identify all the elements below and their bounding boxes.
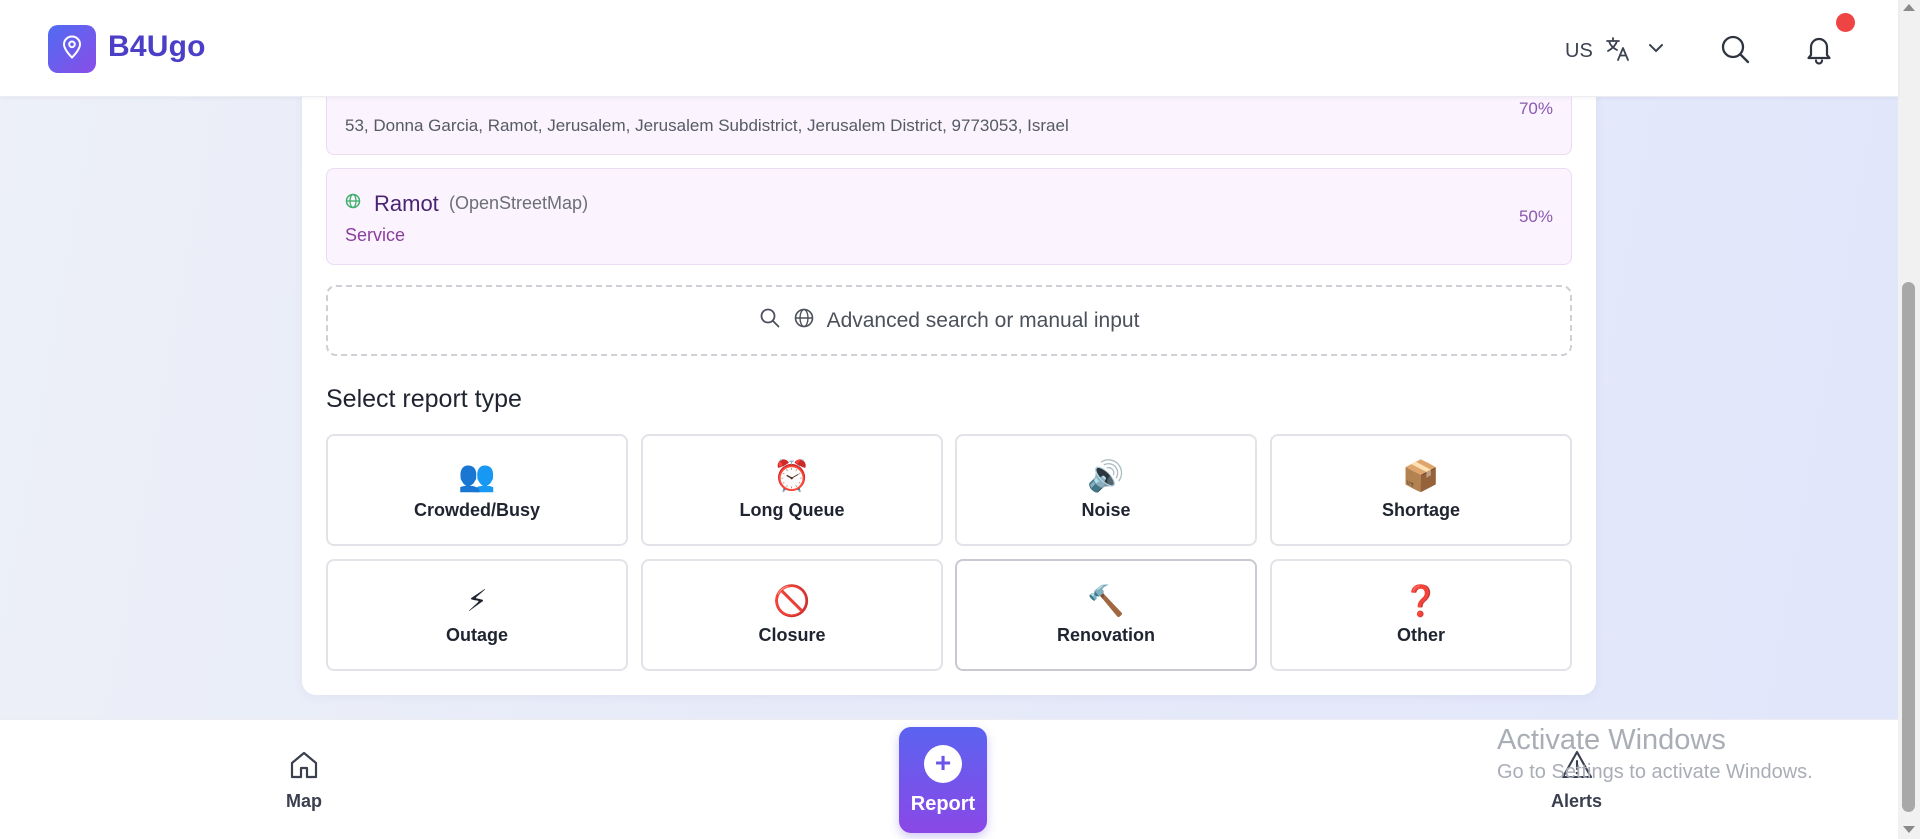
speaker-icon: 🔊 <box>1087 458 1125 494</box>
scroll-up-arrow[interactable] <box>1903 4 1915 11</box>
alarm-clock-icon: ⏰ <box>773 458 811 494</box>
lightning-icon: ⚡ <box>466 583 488 619</box>
package-icon: 📦 <box>1402 458 1440 494</box>
watermark-subtitle: Go to Settings to activate Windows. <box>1497 761 1813 783</box>
report-type-label: Renovation <box>1056 624 1155 645</box>
notification-badge <box>1836 13 1855 32</box>
location-source: (OpenStreetMap) <box>449 193 589 213</box>
location-address: 53, Donna Garcia, Ramot, Jerusalem, Jeru… <box>345 116 1069 135</box>
report-type-long-queue[interactable]: ⏰ Long Queue <box>641 434 943 546</box>
report-type-noise[interactable]: 🔊 Noise <box>955 434 1257 546</box>
app-logo[interactable] <box>48 25 96 73</box>
report-button-label: Report <box>910 792 976 815</box>
search-icon[interactable] <box>1717 31 1753 67</box>
report-type-shortage[interactable]: 📦 Shortage <box>1270 434 1572 546</box>
location-category: Service <box>345 225 406 245</box>
windows-activation-watermark: Activate Windows Go to Settings to activ… <box>1497 724 1813 784</box>
globe-icon <box>793 307 815 335</box>
report-type-label: Closure <box>758 624 826 645</box>
advanced-search-button[interactable]: Advanced search or manual input <box>326 285 1572 356</box>
report-type-label: Crowded/Busy <box>413 499 541 520</box>
question-mark-icon: ❓ <box>1402 583 1440 619</box>
prohibited-icon: 🚫 <box>773 583 811 619</box>
plus-icon: + <box>924 744 962 783</box>
language-code[interactable]: US <box>1565 40 1593 63</box>
report-type-label: Long Queue <box>739 499 845 520</box>
nav-map[interactable]: Map <box>286 748 322 812</box>
people-icon: 👥 <box>458 458 496 494</box>
home-icon <box>287 748 321 787</box>
advanced-search-label: Advanced search or manual input <box>826 308 1140 332</box>
report-type-renovation[interactable]: 🔨 Renovation <box>955 559 1257 671</box>
app-name: B4Ugo <box>108 30 206 63</box>
report-type-label: Outage <box>445 624 508 645</box>
location-confidence: 70% <box>1518 99 1553 118</box>
nav-alerts-label: Alerts <box>1551 791 1603 811</box>
report-type-outage[interactable]: ⚡ Outage <box>326 559 628 671</box>
map-pin-icon <box>59 34 85 65</box>
globe-icon <box>345 193 361 214</box>
search-icon <box>759 307 781 335</box>
location-option[interactable]: Ramot (OpenStreetMap) Service 50% <box>326 168 1572 265</box>
chevron-down-icon[interactable] <box>1645 37 1667 59</box>
report-type-label: Shortage <box>1381 499 1460 520</box>
nav-map-label: Map <box>286 791 322 811</box>
report-type-label: Other <box>1396 624 1445 645</box>
report-button[interactable]: + Report <box>899 727 987 833</box>
hammer-icon: 🔨 <box>1087 583 1125 619</box>
report-type-title: Select report type <box>326 385 522 413</box>
report-type-other[interactable]: ❓ Other <box>1270 559 1572 671</box>
bell-icon[interactable] <box>1801 31 1837 67</box>
report-type-crowded[interactable]: 👥 Crowded/Busy <box>326 434 628 546</box>
location-confidence: 50% <box>1518 207 1553 226</box>
watermark-title: Activate Windows <box>1497 724 1726 756</box>
location-name: Ramot <box>374 191 439 216</box>
report-type-closure[interactable]: 🚫 Closure <box>641 559 943 671</box>
top-header: B4Ugo US <box>0 0 1898 97</box>
scroll-down-arrow[interactable] <box>1903 826 1915 833</box>
translate-icon[interactable] <box>1603 34 1633 64</box>
scrollbar-thumb[interactable] <box>1902 282 1915 812</box>
report-type-label: Noise <box>1081 499 1131 520</box>
